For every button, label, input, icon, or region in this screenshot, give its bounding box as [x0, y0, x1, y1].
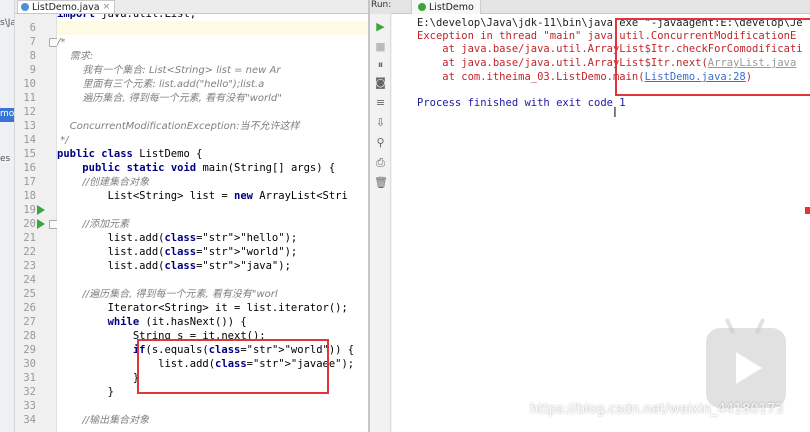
- code-line[interactable]: public class ListDemo {: [57, 147, 368, 161]
- code-line[interactable]: //输出集合对象: [57, 413, 368, 427]
- rerun-icon[interactable]: ▶: [374, 20, 387, 33]
- line-number: 18: [23, 190, 36, 202]
- line-number: 8: [29, 50, 36, 62]
- line-number: 6: [29, 22, 36, 34]
- code-line[interactable]: //添加元素: [57, 217, 368, 231]
- code-line[interactable]: while (it.hasNext()) {: [57, 315, 368, 329]
- line-number: 17: [23, 176, 36, 188]
- line-number: 22: [23, 246, 36, 258]
- text-cursor-icon: I: [613, 106, 617, 121]
- line-number: 27: [23, 316, 36, 328]
- play-triangle: [736, 352, 762, 384]
- line-number: 19: [23, 204, 36, 216]
- line-number: 29: [23, 344, 36, 356]
- stack-text: at com.itheima_03.ListDemo.main(: [417, 71, 645, 83]
- code-line[interactable]: list.add(class="str">"java");: [57, 259, 368, 273]
- camera-icon[interactable]: ◙: [374, 76, 387, 89]
- error-stripe-marker[interactable]: [805, 207, 810, 214]
- code-line[interactable]: [57, 21, 368, 35]
- line-number: 28: [23, 330, 36, 342]
- project-item[interactable]: es: [0, 154, 10, 164]
- java-class-icon: [21, 3, 29, 11]
- line-number: 25: [23, 288, 36, 300]
- watermark-text: https://blog.csdn.net/weixin_44180173: [530, 402, 784, 417]
- editor-tab-bar: ListDemo.java ×: [15, 0, 368, 14]
- print-icon[interactable]: ⎙: [374, 156, 387, 169]
- code-line[interactable]: 里面有三个元素: list.add("hello");list.a: [57, 77, 368, 91]
- line-number: 23: [23, 260, 36, 272]
- code-line[interactable]: [57, 273, 368, 287]
- line-number: 31: [23, 372, 36, 384]
- run-toolbar: ▶ ■ ⏸ ◙ ≡ ⇩ ⚲ ⎙ 🗑: [370, 14, 391, 432]
- pin-icon[interactable]: ⚲: [374, 136, 387, 149]
- code-line[interactable]: [57, 399, 368, 413]
- line-number: 13: [23, 120, 36, 132]
- line-number: 16: [23, 162, 36, 174]
- run-tab-label: ListDemo: [429, 1, 474, 13]
- line-number: 11: [23, 92, 36, 104]
- run-tab-listdemo[interactable]: ListDemo: [411, 0, 481, 14]
- clear-all-icon[interactable]: 🗑: [374, 176, 388, 189]
- console-exit-line: Process finished with exit code 1: [417, 97, 626, 109]
- code-line[interactable]: /*: [57, 35, 368, 49]
- line-number: 21: [23, 232, 36, 244]
- file-tab-label: ListDemo.java: [32, 1, 100, 13]
- code-editor[interactable]: import java.util.List; /* 需求: 我有一个集合: Lis…: [57, 14, 368, 432]
- code-line[interactable]: List<String> list = new ArrayList<Stri: [57, 189, 368, 203]
- line-number: 12: [23, 106, 36, 118]
- code-line[interactable]: [57, 105, 368, 119]
- code-line[interactable]: public static void main(String[] args) {: [57, 161, 368, 175]
- code-line[interactable]: [57, 203, 368, 217]
- run-window-label: Run:: [370, 0, 391, 14]
- file-tab-listdemo[interactable]: ListDemo.java ×: [17, 0, 116, 13]
- line-number: 10: [23, 78, 36, 90]
- code-line[interactable]: list.add(class="str">"hello");: [57, 231, 368, 245]
- line-number: 14: [23, 134, 36, 146]
- project-panel-strip: s\Ja mo es: [0, 0, 15, 432]
- console-highlight-box: [615, 18, 810, 96]
- stop-icon[interactable]: ■: [374, 40, 387, 53]
- project-item-selected[interactable]: mo: [0, 109, 14, 119]
- soft-wrap-icon[interactable]: ≡: [374, 96, 387, 109]
- video-play-logo-icon: [706, 317, 786, 408]
- code-line[interactable]: 遍历集合, 得到每一个元素, 看有没有"world": [57, 91, 368, 105]
- code-line[interactable]: //遍历集合, 得到每一个元素, 看有没有"worl: [57, 287, 368, 301]
- scroll-to-end-icon[interactable]: ⇩: [374, 116, 387, 129]
- line-number: 30: [23, 358, 36, 370]
- line-number: 9: [29, 64, 36, 76]
- code-line[interactable]: import java.util.List;: [57, 14, 368, 21]
- line-number: 7: [29, 36, 36, 48]
- line-number: 32: [23, 386, 36, 398]
- line-number: 33: [23, 400, 36, 412]
- code-line[interactable]: //创建集合对象: [57, 175, 368, 189]
- code-line[interactable]: 需求:: [57, 49, 368, 63]
- line-number: 15: [23, 148, 36, 160]
- line-number: 34: [23, 414, 36, 426]
- code-line[interactable]: ConcurrentModificationException:当不允许这样: [57, 119, 368, 133]
- line-number: 20: [23, 218, 36, 230]
- line-number: 26: [23, 302, 36, 314]
- code-line[interactable]: Iterator<String> it = list.iterator();: [57, 301, 368, 315]
- run-config-icon: [418, 3, 426, 11]
- code-line[interactable]: 我有一个集合: List<String> list = new Ar: [57, 63, 368, 77]
- code-line[interactable]: */: [57, 133, 368, 147]
- close-icon[interactable]: ×: [103, 2, 111, 12]
- code-highlight-box: [137, 339, 329, 394]
- project-item[interactable]: s\Ja: [0, 18, 14, 28]
- run-class-icon[interactable]: [37, 205, 45, 215]
- run-main-icon[interactable]: [37, 219, 45, 229]
- pause-icon[interactable]: ⏸: [374, 58, 387, 71]
- line-number-gutter: 6 7 8 9 10 11 12 13 14 15 16 17 18 19 20 21 22 23 24 25 26 27…: [15, 14, 58, 432]
- line-number: 24: [23, 274, 36, 286]
- run-tab-bar: ListDemo: [391, 0, 810, 14]
- code-line[interactable]: list.add(class="str">"world");: [57, 245, 368, 259]
